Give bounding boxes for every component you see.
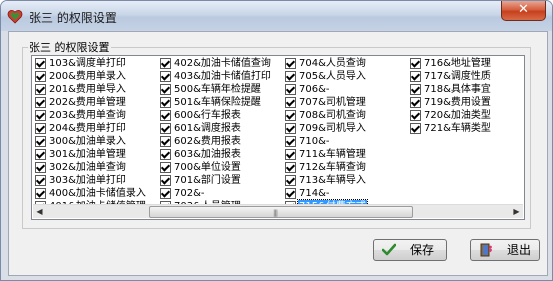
- permission-label: 403&加油卡储值打印: [174, 71, 271, 82]
- permission-label: 714&-: [299, 188, 330, 199]
- permission-checkbox[interactable]: [160, 84, 171, 95]
- exit-button[interactable]: 退出: [470, 239, 540, 261]
- permission-checkbox[interactable]: [160, 162, 171, 173]
- permission-label: 701&部门设置: [174, 175, 241, 186]
- permission-label: 400&加油卡储值录入: [49, 188, 146, 199]
- permission-label: 709&司机导入: [299, 123, 366, 134]
- permission-label: 713&车辆导入: [299, 175, 366, 186]
- permission-checkbox[interactable]: [160, 149, 171, 160]
- title-bar[interactable]: 张三 的权限设置 ✕: [1, 1, 552, 31]
- permission-checkbox[interactable]: [160, 58, 171, 69]
- permission-label: 700&单位设置: [174, 162, 241, 173]
- permission-checkbox[interactable]: [285, 110, 296, 121]
- permission-label: 402&加油卡储值查询: [174, 58, 271, 69]
- permission-label: 712&车辆查询: [299, 162, 366, 173]
- permission-checkbox[interactable]: [285, 136, 296, 147]
- permission-label: 300&加油单录入: [49, 136, 126, 147]
- permissions-checklist[interactable]: 103&调度单打印 200&费用单录入 201&费用单导入 202&费用单管理 203&…: [31, 55, 525, 220]
- permission-label: 302&加油单查询: [49, 162, 126, 173]
- permission-checkbox[interactable]: [35, 162, 46, 173]
- permission-checkbox[interactable]: [285, 149, 296, 160]
- permission-label: 200&费用单录入: [49, 71, 126, 82]
- horizontal-scrollbar[interactable]: ◀ ||| ▶: [33, 204, 523, 218]
- permission-checkbox[interactable]: [160, 175, 171, 186]
- dialog-body: 张三 的权限设置 103&调度单打印 200&费用单录入 201&费用单导入 202&…: [8, 31, 548, 276]
- window-title: 张三 的权限设置: [29, 11, 117, 25]
- save-button-label: 保存: [410, 243, 435, 257]
- permission-checkbox[interactable]: [285, 97, 296, 108]
- permission-label: 707&司机管理: [299, 97, 366, 108]
- close-icon: ✕: [518, 2, 529, 17]
- permission-checkbox[interactable]: [35, 58, 46, 69]
- permission-label: 500&车辆年检提醒: [174, 84, 261, 95]
- permission-checkbox[interactable]: [35, 110, 46, 121]
- permission-checkbox[interactable]: [410, 110, 421, 121]
- close-button[interactable]: ✕: [501, 1, 546, 21]
- permission-checkbox[interactable]: [35, 123, 46, 134]
- permission-label: 721&车辆类型: [424, 123, 491, 134]
- permission-checkbox[interactable]: [410, 71, 421, 82]
- scrollbar-thumb[interactable]: |||: [149, 206, 413, 218]
- scrollbar-grip-icon: |||: [273, 209, 278, 217]
- permission-checkbox[interactable]: [160, 71, 171, 82]
- permission-label: 720&加油类型: [424, 110, 491, 121]
- permission-checkbox[interactable]: [160, 97, 171, 108]
- permission-checkbox[interactable]: [285, 162, 296, 173]
- permission-checkbox[interactable]: [285, 175, 296, 186]
- permission-label: 201&费用单导入: [49, 84, 126, 95]
- permission-label: 706&-: [299, 84, 330, 95]
- permission-checkbox[interactable]: [160, 110, 171, 121]
- permission-label: 204&费用单打印: [49, 123, 126, 134]
- permission-label: 301&加油单管理: [49, 149, 126, 160]
- permission-label: 719&费用设置: [424, 97, 491, 108]
- permission-label: 717&调度性质: [424, 71, 491, 82]
- scroll-right-icon[interactable]: ▶: [510, 205, 523, 218]
- app-icon: [7, 9, 23, 24]
- permission-label: 711&车辆管理: [299, 149, 366, 160]
- permission-label: 600&行车报表: [174, 110, 241, 121]
- save-button[interactable]: 保存: [373, 239, 447, 261]
- exit-button-label: 退出: [507, 243, 532, 257]
- permission-label: 710&-: [299, 136, 330, 147]
- permission-label: 303&加油单打印: [49, 175, 126, 186]
- permission-checkbox[interactable]: [35, 71, 46, 82]
- groupbox-legend: 张三 的权限设置: [28, 39, 111, 55]
- permission-label: 702&-: [174, 188, 205, 199]
- permission-checkbox[interactable]: [410, 58, 421, 69]
- permission-label: 602&费用报表: [174, 136, 241, 147]
- permission-checkbox[interactable]: [410, 97, 421, 108]
- permission-checkbox[interactable]: [35, 97, 46, 108]
- permission-checkbox[interactable]: [285, 84, 296, 95]
- permission-dialog: 张三 的权限设置 ✕ 张三 的权限设置 103&调度单打印 200&费用单录入 20…: [0, 0, 553, 281]
- permission-label: 103&调度单打印: [49, 58, 126, 69]
- permission-checkbox[interactable]: [35, 175, 46, 186]
- permission-checkbox[interactable]: [35, 188, 46, 199]
- permission-checkbox[interactable]: [285, 71, 296, 82]
- permission-checkbox[interactable]: [285, 188, 296, 199]
- permission-checkbox[interactable]: [35, 149, 46, 160]
- permission-label: 708&司机查询: [299, 110, 366, 121]
- permission-checkbox[interactable]: [160, 136, 171, 147]
- permission-checkbox[interactable]: [285, 58, 296, 69]
- permission-label: 601&调度报表: [174, 123, 241, 134]
- permission-label: 203&费用单查询: [49, 110, 126, 121]
- permission-checkbox[interactable]: [35, 84, 46, 95]
- permission-checkbox[interactable]: [160, 123, 171, 134]
- permission-label: 202&费用单管理: [49, 97, 126, 108]
- permission-label: 705&人员导入: [299, 71, 366, 82]
- checkmark-icon: [382, 243, 396, 256]
- permission-label: 704&人员查询: [299, 58, 366, 69]
- permission-checkbox[interactable]: [410, 123, 421, 134]
- permission-label: 501&车辆保险提醒: [174, 97, 261, 108]
- permission-checkbox[interactable]: [160, 188, 171, 199]
- permission-label: 716&地址管理: [424, 58, 491, 69]
- permission-checkbox[interactable]: [285, 123, 296, 134]
- permission-label: 718&具体事宜: [424, 84, 491, 95]
- permission-label: 603&加油报表: [174, 149, 241, 160]
- permission-checkbox[interactable]: [35, 136, 46, 147]
- permission-checkbox[interactable]: [410, 84, 421, 95]
- scroll-left-icon[interactable]: ◀: [33, 205, 46, 218]
- exit-door-icon: [480, 243, 492, 257]
